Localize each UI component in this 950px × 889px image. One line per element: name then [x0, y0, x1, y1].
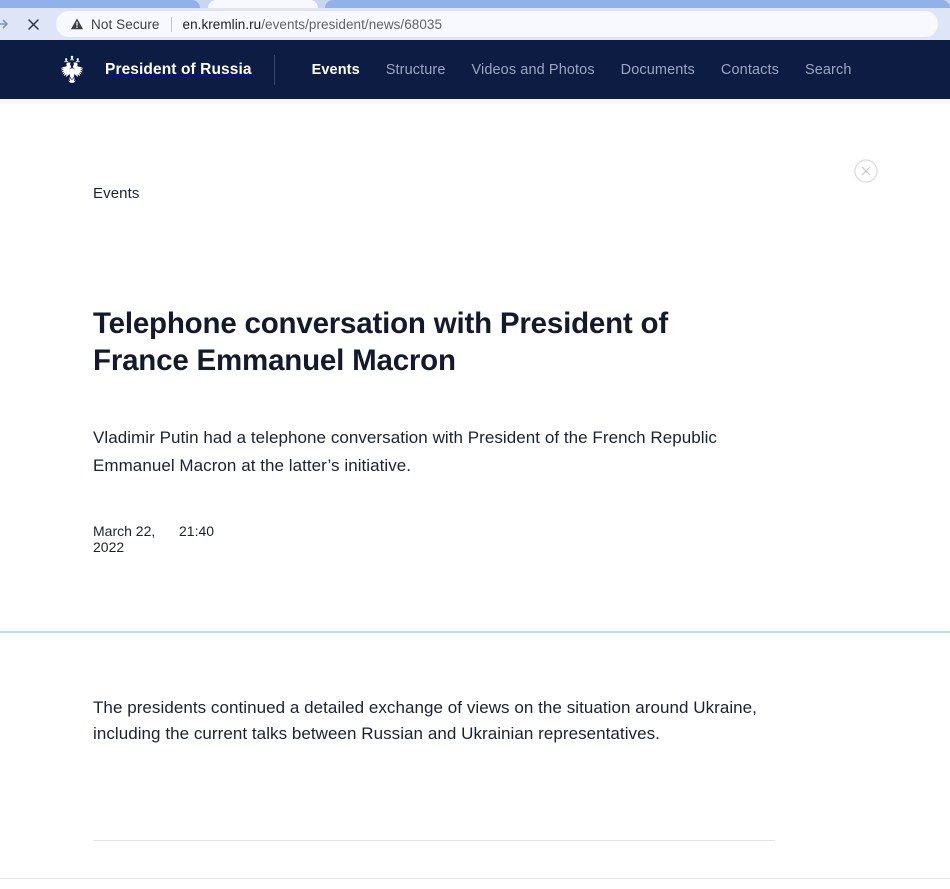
article-bottom-rule — [93, 840, 775, 841]
security-status-label: Not Secure — [91, 16, 160, 32]
browser-tab[interactable] — [325, 0, 950, 8]
nav-item-contacts[interactable]: Contacts — [708, 62, 792, 78]
forward-arrow-icon[interactable] — [0, 11, 16, 37]
nav-item-search[interactable]: Search — [792, 62, 865, 78]
nav-item-videos-and-photos[interactable]: Videos and Photos — [459, 62, 608, 78]
circled-close-icon[interactable] — [854, 159, 878, 183]
breadcrumb[interactable]: Events — [93, 185, 775, 202]
section-divider — [0, 631, 950, 633]
article-container: Events Telephone conversation with Presi… — [93, 99, 775, 555]
omnibox-separator — [170, 16, 172, 32]
address-bar[interactable]: Not Secure en.kremlin.ru/events/presiden… — [56, 11, 938, 37]
browser-tab-strip — [0, 0, 950, 8]
russian-coat-of-arms-eagle-icon — [56, 54, 88, 86]
article-time: 21:40 — [179, 523, 215, 539]
warning-triangle-icon — [70, 17, 84, 31]
brand-name: President of Russia — [105, 60, 252, 78]
article-lead: Vladimir Putin had a telephone conversat… — [93, 428, 717, 475]
main-navigation: Events Structure Videos and Photos Docum… — [299, 62, 865, 78]
browser-chrome: Not Secure en.kremlin.ru/events/presiden… — [0, 0, 950, 40]
article-body: The presidents continued a detailed exch… — [93, 698, 757, 743]
browser-toolbar: Not Secure en.kremlin.ru/events/presiden… — [0, 8, 950, 40]
article-date: March 22, 2022 — [93, 523, 156, 555]
nav-item-events[interactable]: Events — [299, 62, 373, 78]
nav-item-structure[interactable]: Structure — [373, 62, 459, 78]
url-path: /events/president/news/68035 — [261, 16, 443, 32]
browser-tab-active[interactable] — [208, 0, 318, 8]
brand-home-link[interactable]: President of Russia — [56, 54, 252, 86]
page-content: Events Telephone conversation with Presi… — [0, 99, 950, 889]
header-divider — [273, 54, 275, 85]
page-bottom-rule — [0, 878, 950, 879]
browser-tab[interactable] — [0, 0, 200, 8]
site-header: President of Russia Events Structure Vid… — [0, 40, 950, 99]
url-text: en.kremlin.ru/events/president/news/6803… — [183, 17, 442, 32]
article-meta: March 22, 2022 21:40 — [93, 523, 775, 555]
url-host: en.kremlin.ru — [182, 16, 262, 32]
close-x-icon[interactable] — [20, 11, 46, 37]
nav-item-documents[interactable]: Documents — [608, 62, 708, 78]
page-title: Telephone conversation with President of… — [93, 307, 668, 377]
